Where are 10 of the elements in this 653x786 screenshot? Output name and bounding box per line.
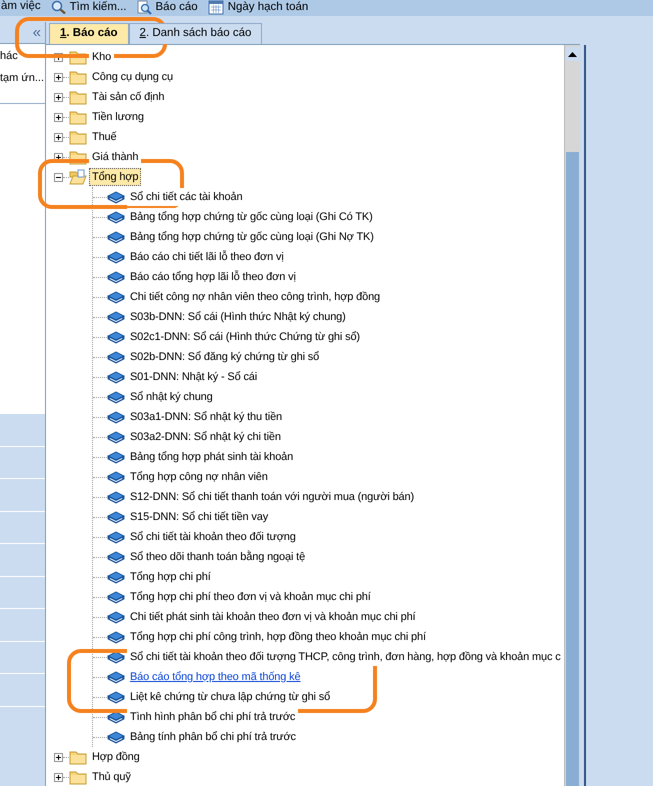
tab[interactable]: 1. Báo cáo [49,23,129,44]
toolbar-button[interactable]: Báo cáo [136,0,202,15]
toolbar-button[interactable]: Tìm kiếm... [50,0,130,14]
collapse-button[interactable]: « [32,25,41,40]
tab[interactable]: 2. Danh sách báo cáo [128,23,262,44]
menu-item[interactable]: hác [0,46,18,66]
menu-item[interactable]: tạm ứn... [0,68,44,88]
toolbar-button[interactable]: àm việc [1,0,45,13]
toolbar-button[interactable]: Ngày hạch toán [208,0,312,15]
tree-item[interactable]: Tổng hợp [89,168,142,186]
